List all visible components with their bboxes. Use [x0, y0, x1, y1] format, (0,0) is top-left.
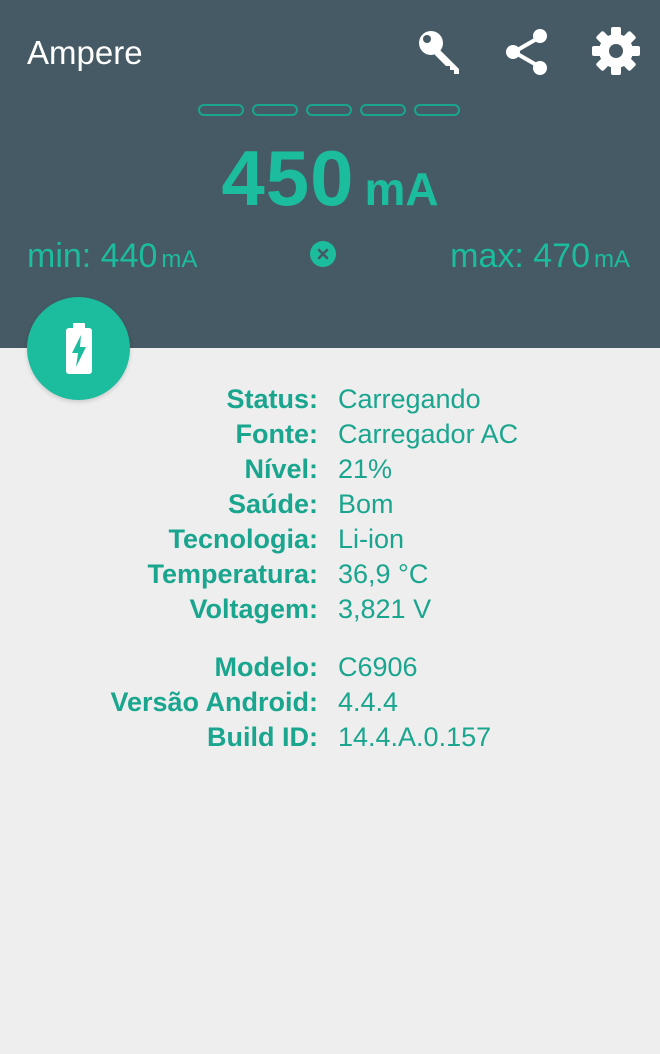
info-value: 4.4.4: [338, 687, 399, 717]
current-unit: mA: [364, 163, 439, 215]
reading-indicator: [198, 104, 460, 118]
info-value: C6906: [338, 652, 418, 682]
info-row-build-id: Build ID: 14.4.A.0.157: [0, 720, 660, 755]
max-value: max: 470: [450, 237, 590, 275]
info-row-source: Fonte: Carregador AC: [0, 417, 660, 452]
app-header: Ampere 450 mA min: 440 mA max: 470 mA: [0, 0, 660, 348]
min-unit: mA: [161, 246, 198, 273]
info-label: Fonte:: [235, 419, 318, 449]
share-icon[interactable]: [500, 24, 554, 78]
close-icon: [317, 248, 329, 260]
info-label: Nível:: [244, 454, 318, 484]
info-value: Li-ion: [338, 524, 405, 554]
info-row-technology: Tecnologia: Li-ion: [0, 522, 660, 557]
info-label: Tecnologia:: [168, 524, 318, 554]
info-label: Build ID:: [207, 722, 318, 752]
info-label: Saúde:: [227, 489, 318, 519]
settings-icon[interactable]: [589, 24, 643, 78]
current-value: 450: [221, 134, 355, 222]
indicator-segment: [306, 104, 352, 116]
min-value: min: 440: [27, 237, 158, 275]
max-reading: max: 470 mA: [450, 236, 630, 276]
info-label: Temperatura:: [147, 559, 318, 589]
info-row-voltage: Voltagem: 3,821 V: [0, 592, 660, 627]
info-label: Versão Android:: [110, 687, 318, 717]
indicator-segment: [414, 104, 460, 116]
info-row-model: Modelo: C6906: [0, 650, 660, 685]
key-icon[interactable]: [412, 24, 466, 78]
info-value: 3,821 V: [338, 594, 432, 624]
info-label: Status:: [226, 384, 318, 414]
info-row-health: Saúde: Bom: [0, 487, 660, 522]
min-reading: min: 440 mA: [27, 236, 197, 276]
battery-charging-icon: [65, 322, 92, 374]
info-label: Modelo:: [214, 652, 318, 682]
indicator-segment: [198, 104, 244, 116]
info-label: Voltagem:: [189, 594, 318, 624]
info-value: Bom: [338, 489, 394, 519]
max-unit: mA: [594, 246, 630, 273]
info-row-temperature: Temperatura: 36,9 °C: [0, 557, 660, 592]
info-value: Carregador AC: [338, 419, 519, 449]
info-value: Carregando: [338, 384, 481, 414]
reset-minmax-button[interactable]: [310, 241, 336, 267]
info-value: 36,9 °C: [338, 559, 429, 589]
app-title: Ampere: [27, 34, 143, 71]
info-row-level: Nível: 21%: [0, 452, 660, 487]
current-reading: 450 mA: [0, 138, 660, 218]
info-row-android-version: Versão Android: 4.4.4: [0, 685, 660, 720]
info-row-status: Status: Carregando: [0, 382, 660, 417]
info-value: 14.4.A.0.157: [338, 722, 492, 752]
indicator-segment: [360, 104, 406, 116]
info-value: 21%: [338, 454, 393, 484]
indicator-segment: [252, 104, 298, 116]
